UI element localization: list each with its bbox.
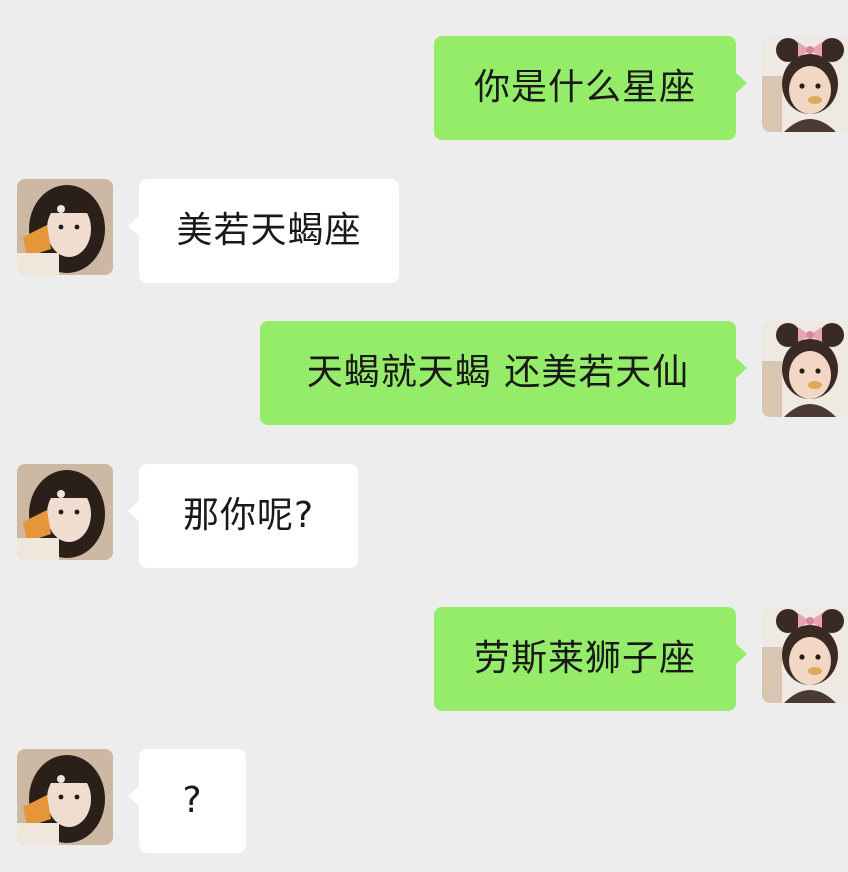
contact-avatar[interactable]: [17, 179, 113, 275]
message-row-outgoing: 天蝎就天蝎 还美若天仙: [0, 321, 848, 425]
message-row-outgoing: 你是什么星座: [0, 36, 848, 140]
message-bubble[interactable]: 美若天蝎座: [128, 179, 399, 283]
message-bubble[interactable]: 你是什么星座: [434, 36, 747, 140]
message-bubble[interactable]: 劳斯莱狮子座: [434, 607, 747, 711]
contact-avatar[interactable]: [17, 464, 113, 560]
contact-avatar[interactable]: [17, 749, 113, 845]
message-bubble[interactable]: ?: [128, 749, 246, 853]
message-row-incoming: 那你呢?: [0, 464, 848, 568]
message-bubble[interactable]: 那你呢?: [128, 464, 358, 568]
message-row-incoming: ?: [0, 749, 848, 853]
message-row-incoming: 美若天蝎座: [0, 179, 848, 283]
message-bubble[interactable]: 天蝎就天蝎 还美若天仙: [260, 321, 747, 425]
self-avatar[interactable]: [762, 36, 848, 132]
message-row-outgoing: 劳斯莱狮子座: [0, 607, 848, 711]
chat-message-list[interactable]: 你是什么星座 美若天蝎座 天蝎就天蝎 还美若天仙 那你呢? 劳斯莱狮子座 ?: [0, 0, 848, 872]
self-avatar[interactable]: [762, 321, 848, 417]
self-avatar[interactable]: [762, 607, 848, 703]
